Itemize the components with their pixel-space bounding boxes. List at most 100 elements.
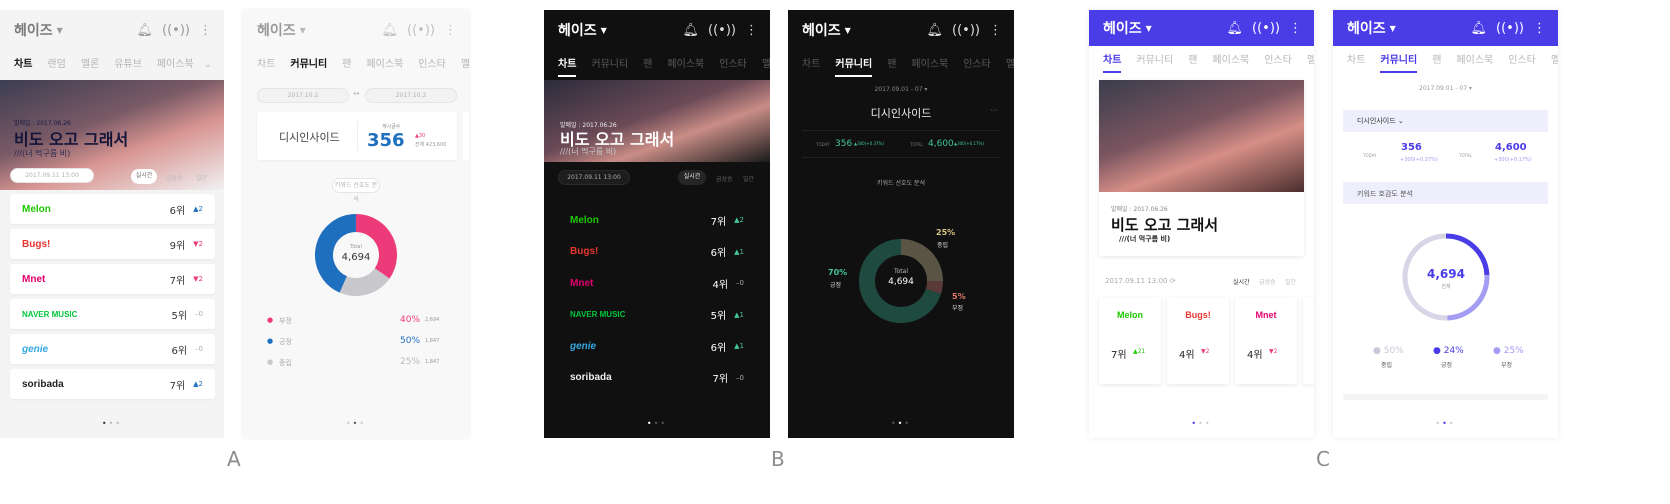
tab-facebook[interactable]: 페이스북 xyxy=(1456,46,1493,76)
app-title[interactable]: 헤이즈 xyxy=(14,20,53,40)
date-range[interactable]: 2017.09.01 - 07 ▾ xyxy=(788,86,1014,93)
chart-card[interactable]: Bugs! 4위 ▼2 xyxy=(1167,298,1229,384)
tab-facebook[interactable]: 페이스북 xyxy=(157,50,194,80)
more-icon[interactable]: ⋮ xyxy=(1289,21,1302,36)
app-title[interactable]: 헤이즈 xyxy=(1103,18,1142,38)
tab-melon[interactable]: 멜론 xyxy=(1006,50,1014,80)
bell-icon[interactable]: 🔔︎ xyxy=(137,23,154,38)
app-title[interactable]: 헤이즈 xyxy=(558,20,597,40)
tab-fan[interactable]: 팬 xyxy=(643,50,652,80)
tab-instagram[interactable]: 인스타 xyxy=(418,50,446,80)
chart-card[interactable]: Melon 7위 ▲21 xyxy=(1099,298,1161,384)
tab-community[interactable]: 커뮤니티 xyxy=(1136,46,1173,76)
date-from[interactable]: 2017.10.2 xyxy=(257,88,349,103)
tab-facebook[interactable]: 페이스북 xyxy=(667,50,704,80)
tab-chart[interactable]: 차트 xyxy=(558,50,577,80)
broadcast-icon[interactable]: ((•)) xyxy=(708,23,736,38)
chevron-down-icon[interactable]: ▼ xyxy=(1390,24,1396,33)
chevron-down-icon[interactable]: ⌄ xyxy=(204,50,212,80)
mode-daily[interactable]: 일간 xyxy=(743,174,754,183)
timestamp[interactable]: 2017.09.11 13:00 xyxy=(558,170,630,185)
tab-facebook[interactable]: 페이스북 xyxy=(911,50,948,80)
chart-row[interactable]: genie 6위 ▲1 xyxy=(558,332,756,360)
tab-chart[interactable]: 차트 xyxy=(1347,46,1365,76)
chevron-down-icon[interactable]: ▼ xyxy=(1146,24,1152,33)
bell-icon[interactable]: 🔔︎ xyxy=(382,23,399,38)
chart-row[interactable]: genie 6위 –0 xyxy=(10,334,215,364)
site-card[interactable]: 디시인사이드 게시글수 356 ▲30 전체 423,600 xyxy=(257,112,457,160)
broadcast-icon[interactable]: ((•)) xyxy=(1252,21,1280,36)
broadcast-icon[interactable]: ((•)) xyxy=(407,23,435,38)
more-icon[interactable]: ⋮ xyxy=(1533,21,1546,36)
more-icon[interactable]: ⋮ xyxy=(745,23,758,38)
tab-instagram[interactable]: 인스타 xyxy=(719,50,747,80)
mode-realtime[interactable]: 실시간 xyxy=(678,170,706,185)
tab-youtube[interactable]: 유튜브 xyxy=(114,50,142,80)
broadcast-icon[interactable]: ((•)) xyxy=(1496,21,1524,36)
chevron-down-icon[interactable]: ▼ xyxy=(601,26,607,35)
more-icon[interactable]: ⋮ xyxy=(444,23,457,38)
tab-fan[interactable]: 팬 xyxy=(887,50,896,80)
timestamp[interactable]: 2017.09.11 13:00 xyxy=(10,168,94,183)
mode-daily[interactable]: 일간 xyxy=(196,173,207,182)
tab-community[interactable]: 커뮤니티 xyxy=(591,50,628,80)
site-selector[interactable]: 디시인사이드 ⌄ xyxy=(1343,110,1548,132)
more-icon[interactable]: ⋮ xyxy=(199,23,212,38)
tab-melon[interactable]: 멜론 xyxy=(1551,46,1558,76)
tab-melon[interactable]: 멜론 xyxy=(81,50,99,80)
date-to[interactable]: 2017.10.2 xyxy=(365,88,457,103)
tab-instagram[interactable]: 인스타 xyxy=(963,50,991,80)
mode-rising[interactable]: 급상승 xyxy=(1259,277,1276,286)
tab-fan[interactable]: 팬 xyxy=(1188,46,1197,76)
tab-melon[interactable]: 멜론 xyxy=(461,50,469,80)
more-icon[interactable]: ⋮ xyxy=(989,23,1002,38)
site-name[interactable]: 디시인사이드 xyxy=(788,105,1014,121)
chevron-down-icon[interactable]: ▼ xyxy=(845,26,851,35)
mode-daily[interactable]: 일간 xyxy=(1285,277,1296,286)
tab-chart[interactable]: 차트 xyxy=(14,50,32,80)
chart-row[interactable]: Mnet 4위 –0 xyxy=(558,269,756,297)
bell-icon[interactable]: 🔔︎ xyxy=(1471,21,1488,36)
tab-fan[interactable]: 팬 xyxy=(342,50,351,80)
bell-icon[interactable]: 🔔︎ xyxy=(927,23,944,38)
tab-community[interactable]: 커뮤니티 xyxy=(835,50,872,80)
tab-chart[interactable]: 차트 xyxy=(1103,46,1122,76)
chart-row[interactable]: Melon 7위 ▲2 xyxy=(558,206,756,234)
tab-melon[interactable]: 멜론 xyxy=(1307,46,1314,76)
mode-realtime[interactable]: 실시간 xyxy=(1233,277,1250,286)
more-icon[interactable]: ··· xyxy=(990,106,998,115)
tab-random[interactable]: 랜덤 xyxy=(47,50,65,80)
tab-chart[interactable]: 차트 xyxy=(257,50,275,80)
bell-icon[interactable]: 🔔︎ xyxy=(683,23,700,38)
tab-facebook[interactable]: 페이스북 xyxy=(366,50,403,80)
tab-fan[interactable]: 팬 xyxy=(1432,46,1441,76)
tab-instagram[interactable]: 인스타 xyxy=(1264,46,1292,76)
timestamp[interactable]: 2017.09.11 13:00 ⟳ xyxy=(1105,277,1176,285)
broadcast-icon[interactable]: ((•)) xyxy=(162,23,190,38)
chart-row[interactable]: Bugs! 6위 ▲1 xyxy=(558,238,756,266)
app-title[interactable]: 헤이즈 xyxy=(802,20,841,40)
tab-melon[interactable]: 멜론 xyxy=(762,50,770,80)
app-title[interactable]: 헤이즈 xyxy=(257,20,296,40)
tab-instagram[interactable]: 인스타 xyxy=(1508,46,1536,76)
mode-rising[interactable]: 급상승 xyxy=(166,173,183,182)
chevron-down-icon[interactable]: ▼ xyxy=(300,26,306,35)
chart-row[interactable]: Bugs! 9위 ▼2 xyxy=(10,229,215,259)
mode-rising[interactable]: 급상승 xyxy=(716,174,733,183)
chart-row[interactable]: Melon 6위 ▲2 xyxy=(10,194,215,224)
tab-facebook[interactable]: 페이스북 xyxy=(1212,46,1249,76)
chart-row[interactable]: soribada 7위 ▲2 xyxy=(10,369,215,399)
mode-realtime[interactable]: 실시간 xyxy=(131,169,157,184)
app-title[interactable]: 헤이즈 xyxy=(1347,18,1386,38)
tab-community[interactable]: 커뮤니티 xyxy=(1380,46,1417,76)
album-card[interactable]: 발매일 : 2017.06.26 비도 오고 그래서 ///(너 먹구름 비) xyxy=(1099,80,1304,256)
date-range[interactable]: 2017.09.01 - 07 ▾ xyxy=(1333,85,1558,92)
chart-row[interactable]: NAVER MUSIC 5위 –0 xyxy=(10,299,215,329)
chart-row[interactable]: soribada 7위 –0 xyxy=(558,364,756,392)
broadcast-icon[interactable]: ((•)) xyxy=(952,23,980,38)
chart-row[interactable]: NAVER MUSIC 5위 ▲1 xyxy=(558,301,756,329)
bell-icon[interactable]: 🔔︎ xyxy=(1227,21,1244,36)
tab-community[interactable]: 커뮤니티 xyxy=(290,50,327,80)
chevron-down-icon[interactable]: ▼ xyxy=(57,26,63,35)
chart-card[interactable]: Mnet 4위 ▼2 xyxy=(1235,298,1297,384)
